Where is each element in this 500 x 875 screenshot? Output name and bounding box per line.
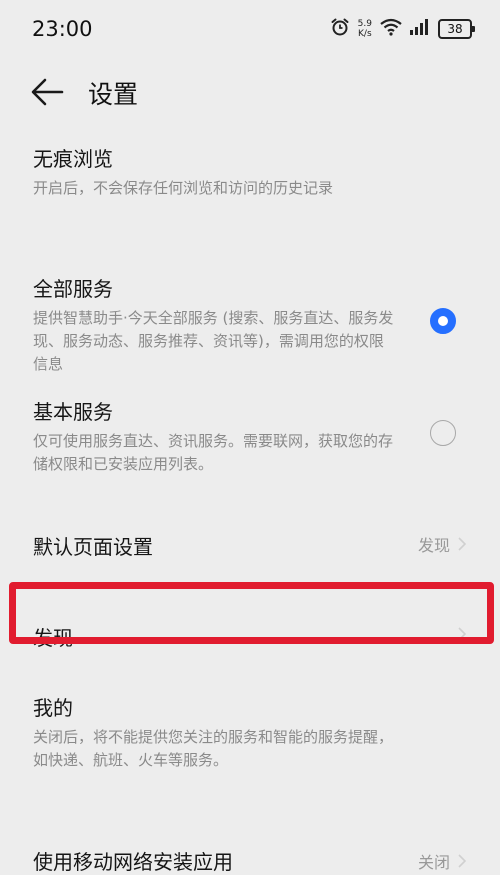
highlight-box bbox=[9, 582, 494, 644]
default-page-setting[interactable]: 默认页面设置 bbox=[33, 531, 473, 560]
full-service-option[interactable]: 全部服务 提供智慧助手·今天全部服务 (搜索、服务直达、服务发现、服务动态、服务… bbox=[33, 273, 473, 376]
incognito-setting[interactable]: 无痕浏览 开启后，不会保存任何浏览和访问的历史记录 bbox=[33, 143, 473, 200]
mobile-install-title: 使用移动网络安装应用 bbox=[33, 850, 233, 874]
status-bar: 23:00 5.9 K/s 38 bbox=[0, 0, 500, 58]
mobile-install-setting[interactable]: 使用移动网络安装应用 bbox=[33, 846, 473, 875]
status-time: 23:00 bbox=[32, 17, 93, 41]
full-service-radio[interactable] bbox=[430, 308, 456, 334]
wifi-icon bbox=[380, 18, 402, 40]
basic-service-desc: 仅可使用服务直达、资讯服务。需要联网，获取您的存储权限和已安装应用列表。 bbox=[33, 432, 394, 473]
mine-desc: 关闭后，将不能提供您关注的服务和智能的服务提醒，如快递、航班、火车等服务。 bbox=[33, 728, 394, 769]
basic-service-radio[interactable] bbox=[430, 420, 456, 446]
network-speed-unit: K/s bbox=[358, 29, 372, 39]
network-speed: 5.9 K/s bbox=[358, 19, 372, 39]
full-service-desc: 提供智慧助手·今天全部服务 (搜索、服务直达、服务发现、服务动态、服务推荐、资讯… bbox=[33, 309, 394, 373]
basic-service-option[interactable]: 基本服务 仅可使用服务直达、资讯服务。需要联网，获取您的存储权限和已安装应用列表… bbox=[33, 396, 473, 476]
header: 设置 bbox=[0, 62, 500, 122]
page-title: 设置 bbox=[88, 80, 139, 109]
chevron-right-icon bbox=[458, 854, 466, 868]
basic-service-title: 基本服务 bbox=[33, 400, 113, 424]
incognito-desc: 开启后，不会保存任何浏览和访问的历史记录 bbox=[33, 179, 334, 197]
chevron-right-icon bbox=[458, 537, 466, 551]
mine-title: 我的 bbox=[33, 696, 73, 720]
network-speed-value: 5.9 bbox=[357, 19, 372, 29]
mobile-install-value: 关闭 bbox=[417, 853, 450, 872]
back-arrow-icon bbox=[31, 78, 64, 106]
default-page-value: 发现 bbox=[417, 536, 450, 555]
alarm-icon bbox=[330, 17, 350, 41]
battery-indicator: 38 bbox=[438, 19, 475, 39]
incognito-title: 无痕浏览 bbox=[33, 147, 113, 171]
status-icons: 5.9 K/s 38 bbox=[330, 16, 475, 42]
back-button[interactable] bbox=[30, 76, 64, 108]
signal-icon bbox=[410, 19, 430, 39]
full-service-title: 全部服务 bbox=[33, 277, 113, 301]
default-page-value-group[interactable]: 发现 bbox=[418, 532, 466, 556]
mine-setting[interactable]: 我的 关闭后，将不能提供您关注的服务和智能的服务提醒，如快递、航班、火车等服务。 bbox=[33, 692, 473, 772]
mobile-install-value-group[interactable]: 关闭 bbox=[418, 849, 466, 873]
default-page-title: 默认页面设置 bbox=[33, 535, 153, 559]
